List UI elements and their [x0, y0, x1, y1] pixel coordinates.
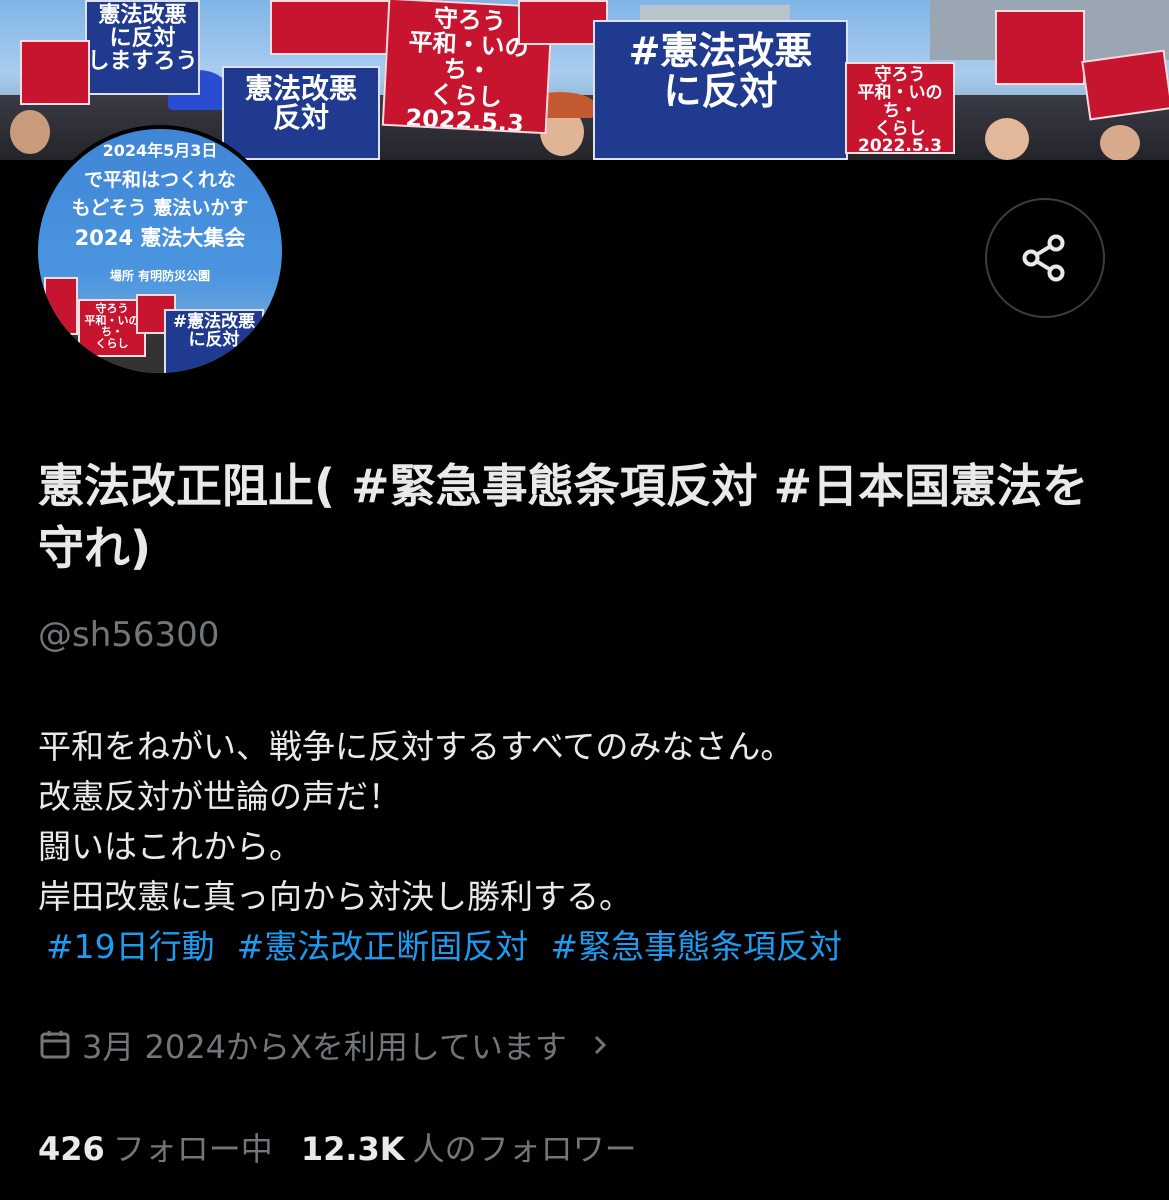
followers-count: 12.3K	[300, 1130, 405, 1168]
hashtag-link[interactable]: #緊急事態条項反対	[550, 922, 842, 972]
followers-link[interactable]: 12.3K 人のフォロワー	[301, 1124, 637, 1170]
protest-sign: 憲法改悪 に反対 しますろう	[85, 0, 200, 95]
profile-bio: 平和をねがい、戦争に反対するすべてのみなさん。 改憲反対が世論の声だ！ 闘いはこ…	[38, 722, 1138, 972]
calendar-icon	[40, 1031, 70, 1059]
hashtag-link[interactable]: #憲法改正断固反対	[237, 922, 529, 972]
chevron-right-icon	[594, 1035, 607, 1055]
protest-sign	[995, 10, 1085, 85]
display-name: 憲法改正阻止( #緊急事態条項反対 #日本国憲法を守れ)	[38, 459, 1089, 575]
protest-sign: #憲法改悪 に反対	[593, 20, 848, 160]
joined-label: 3月 2024からXを利用しています	[82, 1028, 567, 1066]
share-icon	[1022, 234, 1065, 282]
follow-stats: 426 フォロー中 12.3K 人のフォロワー	[38, 1124, 637, 1170]
bio-line: 岸田改憲に真っ向から対決し勝利する。	[38, 877, 632, 916]
bio-line: 平和をねがい、戦争に反対するすべてのみなさん。	[38, 727, 794, 766]
avatar-sign	[44, 277, 78, 335]
avatar-headline: で平和はつくれな	[83, 169, 236, 191]
avatar-subheadline: もどそう 憲法いかす	[71, 197, 249, 219]
protest-sign	[270, 0, 390, 55]
bio-line: 闘いはこれから。	[38, 827, 302, 866]
following-label: フォロー中	[112, 1130, 273, 1168]
hashtag-link[interactable]: #19日行動	[46, 922, 215, 972]
joined-date[interactable]: 3月 2024からXを利用しています	[38, 1022, 615, 1068]
avatar-sign: #憲法改悪 に反対	[164, 309, 264, 373]
person-head	[985, 118, 1029, 160]
profile-avatar[interactable]: 2024年5月3日 で平和はつくれな もどそう 憲法いかす 2024 憲法大集会…	[34, 125, 286, 377]
followers-label: 人のフォロワー	[412, 1130, 637, 1168]
user-handle: @sh56300	[38, 615, 220, 655]
person-head	[1100, 125, 1140, 160]
bio-line: 改憲反対が世論の声だ！	[38, 777, 401, 816]
avatar-event-title: 2024 憲法大集会	[74, 226, 246, 250]
protest-sign	[20, 40, 90, 105]
following-link[interactable]: 426 フォロー中	[38, 1124, 273, 1170]
share-button[interactable]	[985, 198, 1105, 318]
protest-sign	[1081, 49, 1169, 121]
bio-hashtags: #19日行動 #憲法改正断固反対 #緊急事態条項反対	[46, 922, 1138, 972]
protest-sign: 守ろう 平和・いのち・ くらし 2022.5.3	[845, 62, 955, 154]
avatar-date: 2024年5月3日	[102, 141, 218, 160]
following-count: 426	[38, 1130, 105, 1168]
